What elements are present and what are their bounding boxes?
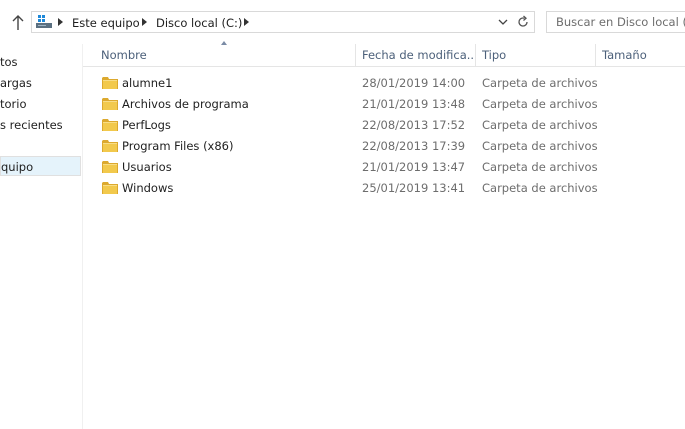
folder-icon bbox=[102, 97, 118, 111]
column-header-tamano[interactable]: Tamaño bbox=[602, 44, 647, 66]
file-type: Carpeta de archivos bbox=[482, 181, 598, 195]
column-header-row: Nombre Fecha de modifica... Tipo Tamaño bbox=[83, 41, 685, 67]
table-row[interactable]: Archivos de programa 21/01/2019 13:48 Carp… bbox=[83, 94, 685, 115]
table-row[interactable]: Usuarios 21/01/2019 13:47 Carpeta de archi… bbox=[83, 157, 685, 178]
table-row[interactable]: Windows 25/01/2019 13:41 Carpeta de archiv… bbox=[83, 178, 685, 199]
folder-icon bbox=[102, 181, 118, 195]
column-divider[interactable] bbox=[475, 44, 476, 66]
nav-item-escritorio[interactable]: torio bbox=[0, 94, 27, 114]
nav-item-descargas[interactable]: argas bbox=[0, 73, 32, 93]
breadcrumb-separator-icon[interactable] bbox=[58, 18, 63, 26]
breadcrumb-este-equipo[interactable]: Este equipo bbox=[72, 15, 140, 31]
file-name: Windows bbox=[122, 181, 174, 195]
file-type: Carpeta de archivos bbox=[482, 76, 598, 90]
chevron-down-icon[interactable] bbox=[497, 16, 509, 28]
column-header-nombre[interactable]: Nombre bbox=[101, 44, 147, 66]
table-row[interactable]: Program Files (x86) 22/08/2013 17:39 Carpe… bbox=[83, 136, 685, 157]
modified-date: 22/08/2013 17:39 bbox=[362, 139, 466, 153]
file-name: Usuarios bbox=[122, 160, 172, 174]
nav-item-documentos[interactable]: tos bbox=[0, 52, 18, 72]
computer-icon bbox=[36, 15, 52, 30]
folder-icon bbox=[102, 76, 118, 90]
modified-date: 21/01/2019 13:48 bbox=[362, 97, 466, 111]
modified-date: 25/01/2019 13:41 bbox=[362, 181, 466, 195]
navigation-pane: tos argas torio s recientes quipo bbox=[0, 44, 83, 429]
file-name: Archivos de programa bbox=[122, 97, 249, 111]
breadcrumb-separator-icon[interactable] bbox=[244, 18, 249, 26]
search-input[interactable]: Buscar en Disco local (C:) bbox=[546, 11, 685, 33]
modified-date: 28/01/2019 14:00 bbox=[362, 76, 466, 90]
file-type: Carpeta de archivos bbox=[482, 160, 598, 174]
file-type: Carpeta de archivos bbox=[482, 118, 598, 132]
table-row[interactable]: alumne1 28/01/2019 14:00 Carpeta de archiv… bbox=[83, 73, 685, 94]
table-row[interactable]: PerfLogs 22/08/2013 17:52 Carpeta de archi… bbox=[83, 115, 685, 136]
address-bar[interactable]: Este equipo Disco local (C:) bbox=[31, 11, 535, 33]
file-name: PerfLogs bbox=[122, 118, 171, 132]
up-arrow-icon[interactable] bbox=[8, 13, 28, 33]
modified-date: 21/01/2019 13:47 bbox=[362, 160, 466, 174]
column-header-tipo[interactable]: Tipo bbox=[482, 44, 506, 66]
breadcrumb-disco-local[interactable]: Disco local (C:) bbox=[156, 15, 242, 31]
folder-icon bbox=[102, 160, 118, 174]
folder-icon bbox=[102, 139, 118, 153]
column-divider[interactable] bbox=[355, 44, 356, 66]
refresh-icon[interactable] bbox=[516, 15, 530, 29]
file-name: Program Files (x86) bbox=[122, 139, 234, 153]
column-divider[interactable] bbox=[595, 44, 596, 66]
file-type: Carpeta de archivos bbox=[482, 97, 598, 111]
breadcrumb-separator-icon[interactable] bbox=[142, 18, 147, 26]
nav-item-este-equipo[interactable]: quipo bbox=[0, 156, 81, 176]
sort-ascending-icon bbox=[221, 41, 227, 45]
address-toolbar: Este equipo Disco local (C:) Buscar en D… bbox=[0, 0, 685, 44]
nav-item-sitios-recientes[interactable]: s recientes bbox=[0, 115, 63, 135]
folder-icon bbox=[102, 118, 118, 132]
file-type: Carpeta de archivos bbox=[482, 139, 598, 153]
file-name: alumne1 bbox=[122, 76, 173, 90]
modified-date: 22/08/2013 17:52 bbox=[362, 118, 466, 132]
column-header-fecha[interactable]: Fecha de modifica... bbox=[362, 44, 474, 66]
